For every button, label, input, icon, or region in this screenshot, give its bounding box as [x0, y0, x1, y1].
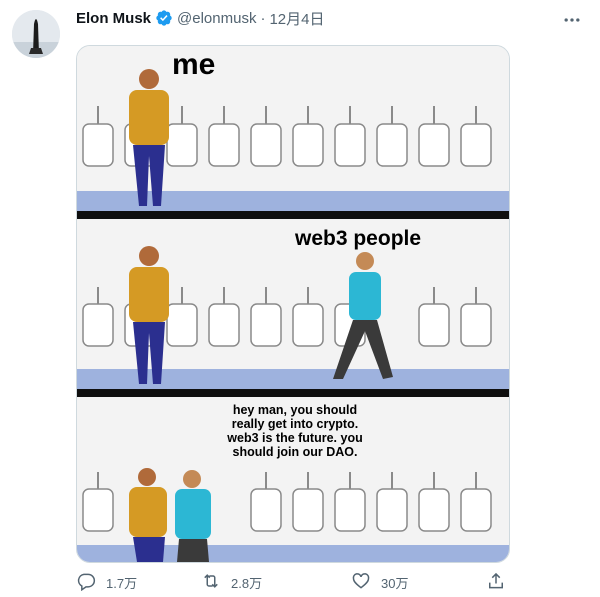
author-handle[interactable]: @elonmusk [177, 10, 256, 27]
reply-count: 1.7万 [106, 575, 138, 591]
speech-text: hey man, you should really get into cryp… [227, 403, 363, 459]
tweet: Elon Musk @elonmusk · 12月4日 me web3 peop… [0, 0, 600, 597]
meme-panel-2: web3 people [77, 219, 509, 389]
verified-badge-icon [155, 9, 173, 27]
share-icon [486, 571, 506, 594]
panel-divider [77, 211, 509, 219]
label-me: me [172, 48, 216, 81]
meme-panel-1: me [77, 46, 509, 211]
tweet-date[interactable]: 12月4日 [269, 8, 324, 29]
avatar-image [12, 10, 60, 58]
tweet-media[interactable]: me web3 people hey man, you should reall… [76, 45, 510, 563]
more-horizontal-icon[interactable] [560, 8, 584, 32]
retweet-count: 2.8万 [231, 575, 263, 591]
share-button[interactable] [486, 570, 506, 594]
tweet-actions: 1.7万 2.8万 30万 [76, 570, 506, 594]
avatar[interactable] [12, 10, 60, 58]
reply-icon [76, 571, 96, 594]
reply-button[interactable]: 1.7万 [76, 570, 137, 594]
like-count: 30万 [381, 575, 409, 591]
separator-dot: · [260, 9, 266, 27]
retweet-icon [201, 571, 221, 594]
retweet-button[interactable]: 2.8万 [201, 570, 262, 594]
panel-divider [77, 389, 509, 397]
heart-icon [351, 571, 371, 594]
label-web3-people: web3 people [295, 227, 422, 250]
like-button[interactable]: 30万 [351, 570, 408, 594]
author-name[interactable]: Elon Musk [76, 10, 151, 27]
tweet-header: Elon Musk @elonmusk · 12月4日 [76, 8, 324, 28]
